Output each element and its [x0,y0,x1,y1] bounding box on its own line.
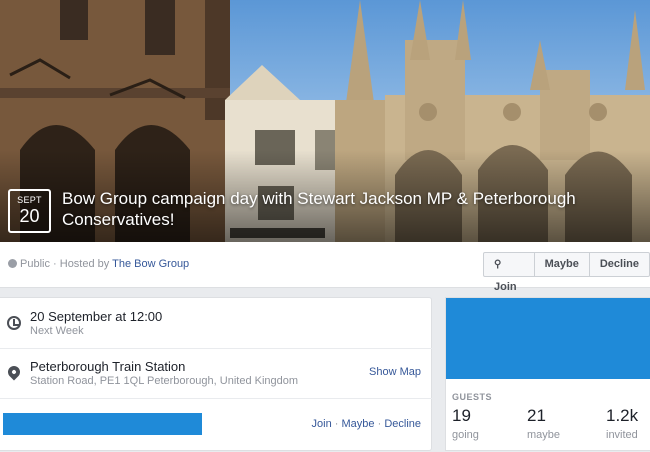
going-stat[interactable]: 19 going [452,406,479,441]
host-info: Public · Hosted by The Bow Group [8,258,189,270]
invited-label: invited [606,429,638,441]
highlight-panel [446,298,650,379]
going-count: 19 [452,406,471,425]
event-time-relative: Next Week [30,325,84,337]
inline-maybe-link[interactable]: Maybe [342,418,375,430]
inline-rsvp-row: Join · Maybe · Decline [0,399,432,452]
invited-stat[interactable]: 1.2k invited [606,406,638,441]
join-icon: ⚲ [494,259,502,270]
join-button[interactable]: ⚲ Join [484,253,535,293]
hosted-by-prefix: · Hosted by [49,258,113,270]
date-month: SEPT [17,195,42,205]
event-details-card: 20 September at 12:00 Next Week Peterbor… [0,297,432,451]
maybe-label: maybe [527,429,561,441]
separator: · [331,418,342,430]
highlight-bar [3,413,202,435]
event-time-row: 20 September at 12:00 Next Week [0,298,432,349]
event-title: Bow Group campaign day with Stewart Jack… [62,189,576,229]
maybe-stat[interactable]: 21 maybe [527,406,560,441]
guests-title: GUESTS [452,392,493,402]
maybe-button[interactable]: Maybe [535,253,590,276]
globe-icon [8,259,17,268]
invited-count: 1.2k [606,406,639,425]
event-location-row: Peterborough Train Station Station Road,… [0,349,432,399]
event-location-address: Station Road, PE1 1QL Peterborough, Unit… [30,375,299,387]
decline-button[interactable]: Decline [590,253,649,276]
maybe-count: 21 [527,406,546,425]
rsvp-button-group: ⚲ Join Maybe Decline [483,252,650,293]
guests-card: GUESTS 19 going 21 maybe 1.2k invited [445,297,650,451]
event-time: 20 September at 12:00 [30,309,163,324]
host-link[interactable]: The Bow Group [112,258,189,270]
event-location-name[interactable]: Peterborough Train Station [30,359,185,374]
event-date-badge: SEPT 20 [8,189,51,233]
going-label: going [452,429,479,441]
inline-join-link[interactable]: Join [312,418,332,430]
show-map-link[interactable]: Show Map [369,366,421,378]
privacy-label: Public [20,258,50,270]
event-cover-photo: SEPT 20 Bow Group campaign day with Stew… [0,0,650,242]
inline-rsvp-links: Join · Maybe · Decline [312,418,421,430]
location-pin-icon [5,363,23,381]
clock-icon [7,316,21,330]
event-host-bar: Public · Hosted by The Bow Group ⚲ Join M… [0,242,650,293]
inline-decline-link[interactable]: Decline [384,418,421,430]
join-button-label: Join [494,281,517,293]
date-day: 20 [19,206,40,226]
separator: · [374,418,385,430]
